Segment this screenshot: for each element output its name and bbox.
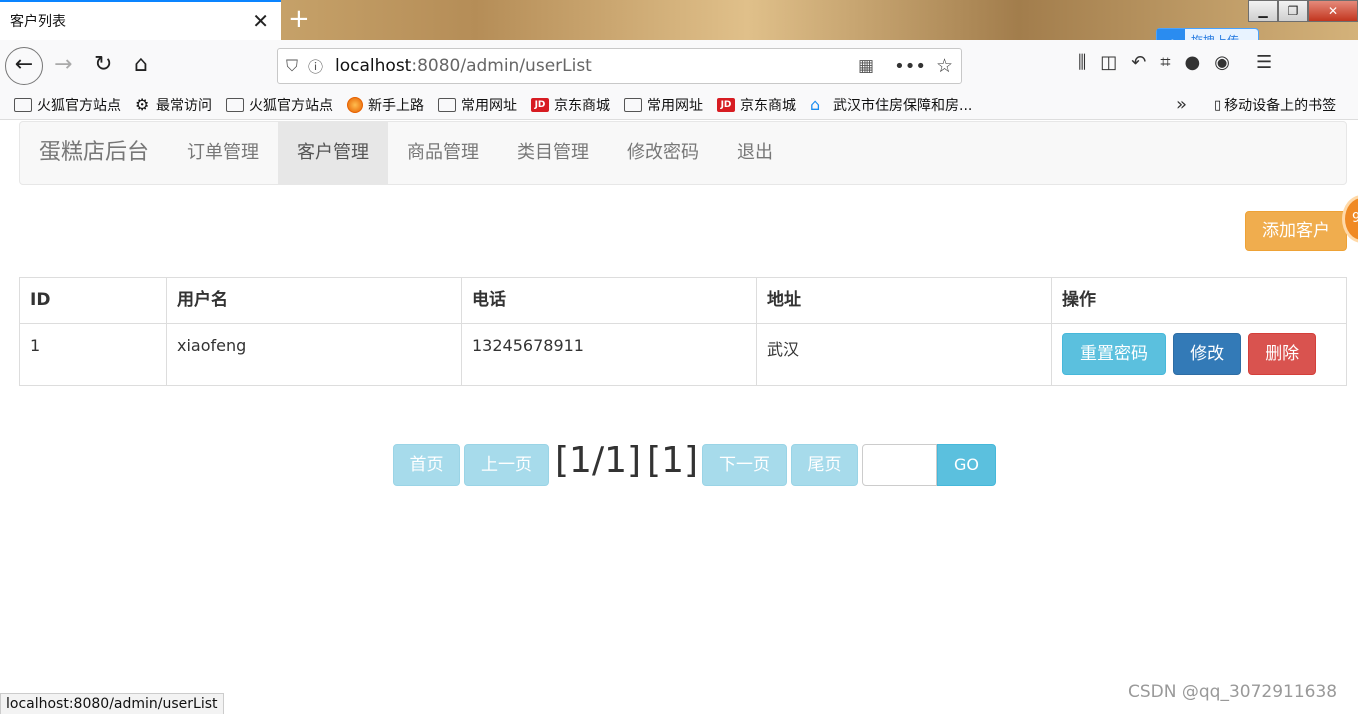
sidebar-icon[interactable]: ◫ xyxy=(1100,52,1117,73)
window-controls: ▁ ❐ ✕ xyxy=(1248,0,1358,22)
folder-icon xyxy=(438,97,456,112)
mobile-bookmarks-label: 移动设备上的书签 xyxy=(1224,98,1337,114)
pagination: 首页 上一页 [1/1] [1] 下一页 尾页 GO xyxy=(393,440,997,487)
cell-phone: 13245678911 xyxy=(461,323,757,386)
bookmark-item[interactable]: JD 京东商城 xyxy=(717,95,796,115)
column-header-actions: 操作 xyxy=(1051,277,1347,324)
nav-item-change-password[interactable]: 修改密码 xyxy=(608,122,718,184)
gear-icon: ⚙ xyxy=(135,94,150,114)
bookmark-label: 常用网址 xyxy=(461,97,517,114)
chevron-double-right-icon[interactable]: » xyxy=(1176,94,1187,115)
cell-actions: 重置密码 修改 删除 xyxy=(1051,323,1347,386)
bookmark-item[interactable]: 火狐官方站点 xyxy=(14,95,121,115)
home-icon[interactable]: ⌂ xyxy=(134,52,148,78)
status-bar-url: localhost:8080/admin/userList xyxy=(0,693,224,714)
prev-page-button[interactable]: 上一页 xyxy=(464,444,549,486)
add-customer-button[interactable]: 添加客户 xyxy=(1245,211,1347,251)
shield-icon[interactable]: ⛉ xyxy=(286,56,298,76)
bookmark-label: 火狐官方站点 xyxy=(37,97,121,114)
back-button[interactable]: ← xyxy=(5,47,43,85)
bookmark-item[interactable]: JD 京东商城 xyxy=(531,95,610,115)
site-navbar: 蛋糕店后台 订单管理 客户管理 商品管理 类目管理 修改密码 退出 xyxy=(19,121,1347,185)
mobile-icon: ▯ xyxy=(1214,97,1222,113)
column-header-phone: 电话 xyxy=(461,277,757,324)
reload-icon[interactable]: ↻ xyxy=(94,52,112,78)
brand-title[interactable]: 蛋糕店后台 xyxy=(20,122,168,184)
bookmark-item[interactable]: 常用网址 xyxy=(438,95,517,115)
nav-item-orders[interactable]: 订单管理 xyxy=(168,122,278,184)
chat-icon[interactable]: ● xyxy=(1185,52,1201,73)
jd-icon: JD xyxy=(717,97,735,112)
folder-icon xyxy=(624,97,642,112)
qr-code-icon[interactable]: ▦ xyxy=(858,56,874,76)
window-close-icon[interactable]: ✕ xyxy=(1308,0,1358,22)
go-button[interactable]: GO xyxy=(937,444,997,486)
folder-icon xyxy=(14,97,32,112)
cell-username: xiaofeng xyxy=(166,323,462,386)
table-header-row: ID 用户名 电话 地址 操作 xyxy=(19,277,1347,324)
maximize-icon[interactable]: ❐ xyxy=(1278,0,1308,22)
tab-strip: 客户列表 ✕ + ▁ ❐ ✕ ☁ 拖拽上传 xyxy=(0,0,1358,52)
undo-icon[interactable]: ↶ xyxy=(1131,52,1146,73)
bookmark-item[interactable]: 新手上路 xyxy=(347,95,424,115)
bookmark-label: 常用网址 xyxy=(647,97,703,114)
minimize-icon[interactable]: ▁ xyxy=(1248,0,1278,22)
menu-icon[interactable]: ☰ xyxy=(1256,52,1272,73)
tab-title: 客户列表 xyxy=(10,14,66,30)
reset-password-button[interactable]: 重置密码 xyxy=(1062,333,1166,375)
firefox-icon xyxy=(347,96,363,113)
bookmark-item[interactable]: ⌂ 武汉市住房保障和房... xyxy=(810,95,972,115)
library-icon[interactable]: ⫼ xyxy=(1078,52,1086,73)
page-info: [1/1] xyxy=(555,440,642,481)
page-content: 蛋糕店后台 订单管理 客户管理 商品管理 类目管理 修改密码 退出 添加客户 9… xyxy=(0,121,1358,714)
bookmark-star-icon[interactable]: ☆ xyxy=(936,55,953,77)
delete-button[interactable]: 删除 xyxy=(1248,333,1317,375)
browser-tab-active[interactable]: 客户列表 ✕ xyxy=(0,0,281,40)
bookmark-label: 新手上路 xyxy=(368,97,424,114)
last-page-button[interactable]: 尾页 xyxy=(791,444,859,486)
nav-item-categories[interactable]: 类目管理 xyxy=(498,122,608,184)
column-header-id: ID xyxy=(19,277,167,324)
bookmarks-bar: 火狐官方站点 ⚙ 最常访问 火狐官方站点 新手上路 常用网址 JD 京东商城 常用网… xyxy=(0,90,1358,120)
watermark: CSDN @qq_3072911638 xyxy=(1128,682,1338,702)
next-page-button[interactable]: 下一页 xyxy=(702,444,788,486)
info-icon[interactable]: ⓘ xyxy=(308,56,323,77)
page-number-input[interactable] xyxy=(862,444,938,486)
bookmark-label: 京东商城 xyxy=(740,97,796,114)
bookmark-label: 京东商城 xyxy=(554,97,610,114)
bookmark-label: 武汉市住房保障和房... xyxy=(833,97,973,114)
first-page-button[interactable]: 首页 xyxy=(393,444,460,486)
column-header-address: 地址 xyxy=(756,277,1052,324)
url-bar[interactable]: ⛉ ⓘ localhost :8080/admin/userList ▦ •••… xyxy=(277,48,962,84)
url-path: :8080/admin/userList xyxy=(411,56,592,76)
toolbar-icons: ⫼ ◫ ↶ ⌗ ● ◉ ☰ xyxy=(1078,52,1272,73)
crop-icon[interactable]: ⌗ xyxy=(1160,52,1170,73)
url-host: localhost xyxy=(335,56,412,76)
table-row: 1 xiaofeng 13245678911 武汉 重置密码 修改 删除 xyxy=(19,323,1347,386)
close-tab-icon[interactable]: ✕ xyxy=(252,10,269,32)
column-header-username: 用户名 xyxy=(166,277,462,324)
bookmark-item[interactable]: ⚙ 最常访问 xyxy=(135,95,212,115)
forward-button[interactable]: → xyxy=(54,52,72,78)
mobile-bookmarks[interactable]: ▯ 移动设备上的书签 xyxy=(1214,95,1336,115)
bookmark-item[interactable]: 火狐官方站点 xyxy=(226,95,333,115)
bookmark-label: 火狐官方站点 xyxy=(249,97,333,114)
more-icon[interactable]: ••• xyxy=(894,56,926,77)
account-icon[interactable]: ◉ xyxy=(1214,52,1230,73)
edit-button[interactable]: 修改 xyxy=(1173,333,1242,375)
new-tab-button[interactable]: + xyxy=(288,4,310,34)
customer-table: ID 用户名 电话 地址 操作 1 xiaofeng 13245678911 武… xyxy=(19,277,1347,386)
current-page: [1] xyxy=(647,440,699,481)
nav-item-customers[interactable]: 客户管理 xyxy=(278,122,389,184)
folder-icon xyxy=(226,97,244,112)
bookmark-item[interactable]: 常用网址 xyxy=(624,95,703,115)
cell-address: 武汉 xyxy=(756,323,1052,386)
bookmark-label: 最常访问 xyxy=(156,97,212,114)
cell-id: 1 xyxy=(19,323,167,386)
browser-toolbar: ← → ↻ ⌂ ⛉ ⓘ localhost :8080/admin/userLi… xyxy=(0,40,1358,90)
jd-icon: JD xyxy=(531,97,549,112)
nav-item-products[interactable]: 商品管理 xyxy=(388,122,498,184)
nav-item-logout[interactable]: 退出 xyxy=(718,122,792,184)
house-icon: ⌂ xyxy=(810,94,821,114)
